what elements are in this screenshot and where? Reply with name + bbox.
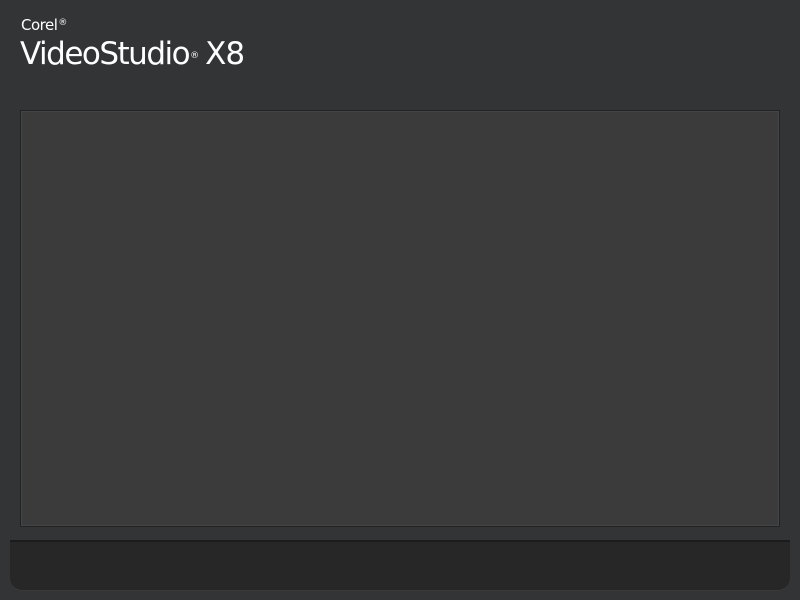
logo-product-registered-mark: ® — [190, 51, 200, 61]
status-panel — [10, 540, 790, 590]
product-logo: Corel® VideoStudio® X8 — [20, 14, 281, 76]
logo-brand-registered-mark: ® — [58, 18, 68, 28]
logo-brand: Corel® — [21, 18, 67, 33]
logo-version: X8 — [205, 36, 245, 72]
logo-product-text: VideoStudio — [20, 36, 191, 72]
logo-brand-text: Corel — [21, 16, 58, 34]
logo-product: VideoStudio® X8 — [20, 36, 245, 72]
preview-area — [20, 110, 780, 527]
